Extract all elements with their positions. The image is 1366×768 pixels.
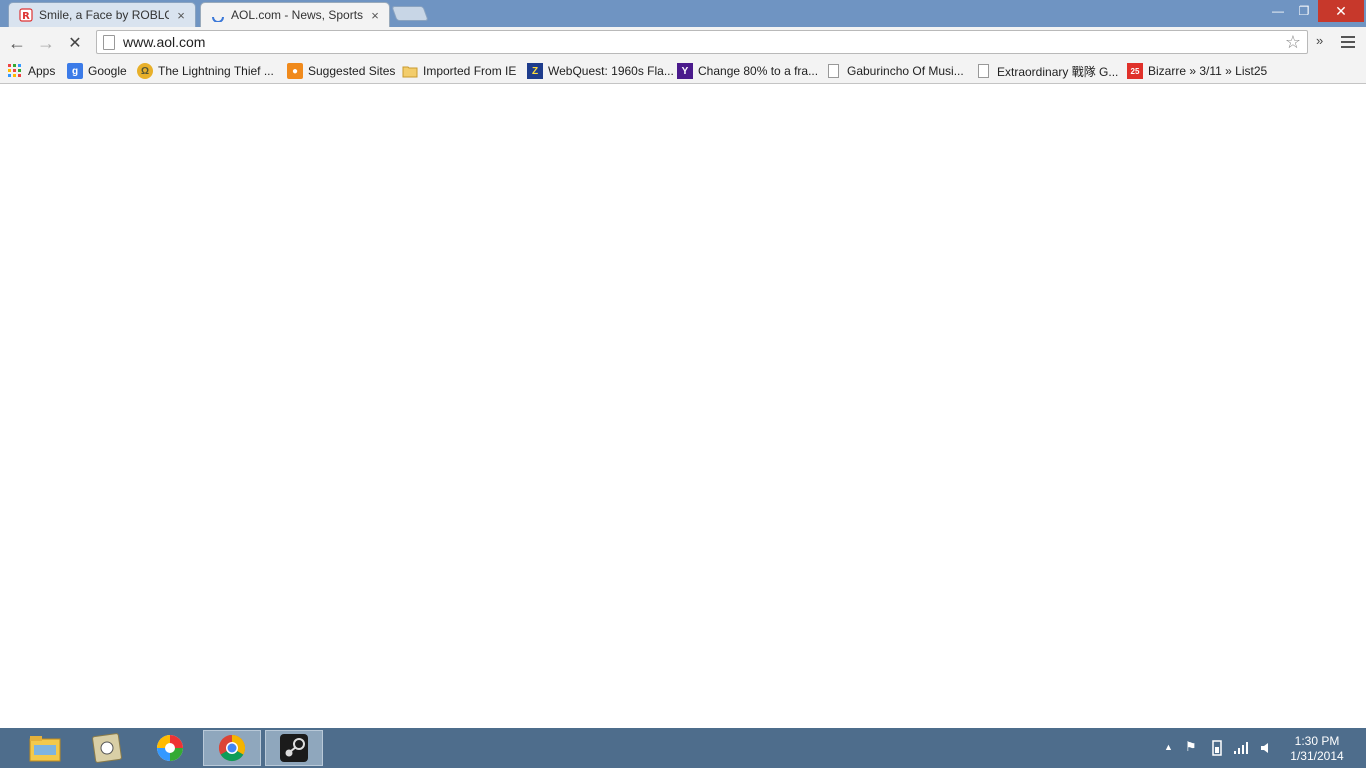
loading-spinner-icon	[212, 16, 224, 22]
taskbar-clock[interactable]: 1:30 PM 1/31/2014	[1282, 734, 1352, 764]
picasa-icon	[157, 735, 183, 761]
taskbar-scratch[interactable]	[78, 730, 136, 766]
restore-button[interactable]: ❐	[1292, 0, 1316, 22]
bookmark-gaburincho[interactable]: Gaburincho Of Musi...	[828, 62, 964, 80]
bookmark-folder-imported-ie[interactable]: Imported From IE	[402, 62, 516, 80]
yahoo-icon: Y	[677, 63, 693, 79]
bookmark-label: Apps	[28, 64, 56, 78]
minimize-button[interactable]: —	[1266, 0, 1290, 22]
back-button[interactable]: ←	[5, 31, 29, 55]
bookmark-extraordinary[interactable]: Extraordinary 戰隊 G...	[978, 62, 1118, 80]
steam-icon	[280, 734, 308, 762]
bookmark-label: Suggested Sites	[308, 64, 396, 78]
page-icon	[978, 64, 989, 78]
page-icon	[103, 34, 115, 50]
bookmark-suggested-sites[interactable]: ● Suggested Sites	[287, 62, 395, 80]
volume-icon[interactable]	[1259, 741, 1273, 755]
bookmark-label: Bizarre » 3/11 » List25	[1148, 64, 1268, 78]
bookmarks-bar: Apps g Google Ω The Lightning Thief ... …	[0, 58, 1366, 84]
taskbar-chrome[interactable]	[203, 730, 261, 766]
clock-date: 1/31/2014	[1290, 749, 1344, 763]
google-icon: g	[67, 63, 83, 79]
roblox-icon: R	[19, 8, 33, 22]
bookmark-label: Extraordinary 戰隊 G...	[997, 64, 1119, 79]
apps-grid-icon	[8, 64, 21, 77]
windows-taskbar: ▲ ⚑ 1:30 PM 1/31/2014	[0, 728, 1366, 768]
page-content	[0, 85, 1366, 728]
chrome-icon	[218, 734, 246, 762]
bookmark-apps[interactable]: Apps	[7, 62, 55, 80]
bookmark-label: WebQuest: 1960s Fla...	[548, 64, 674, 78]
page-icon	[828, 64, 839, 78]
extensions-overflow-button[interactable]: »	[1316, 33, 1323, 48]
show-hidden-icons-button[interactable]: ▲	[1164, 742, 1173, 752]
chrome-menu-icon[interactable]	[1341, 36, 1355, 48]
action-center-flag-icon[interactable]: ⚑	[1185, 739, 1197, 755]
suggested-sites-icon: ●	[287, 63, 303, 79]
webquest-icon: Z	[527, 63, 543, 79]
power-icon[interactable]	[1210, 740, 1224, 756]
browser-toolbar: ← → ✕ www.aol.com ☆ »	[0, 27, 1366, 58]
taskbar-file-explorer[interactable]	[16, 730, 74, 766]
bookmark-label: The Lightning Thief ...	[158, 64, 274, 78]
tab-close-icon[interactable]: ×	[369, 8, 381, 23]
bookmark-label: Change 80% to a fra...	[698, 64, 819, 78]
stop-button[interactable]: ✕	[63, 31, 87, 55]
bookmark-list25[interactable]: 25 Bizarre » 3/11 » List25	[1127, 62, 1267, 80]
bookmark-label: Gaburincho Of Musi...	[847, 64, 964, 78]
new-tab-button[interactable]	[391, 6, 429, 21]
svg-text:R: R	[22, 11, 30, 22]
browser-titlebar: R Smile, a Face by ROBLOX × AOL.com - Ne…	[0, 0, 1366, 27]
tab-title: AOL.com - News, Sports, W	[231, 8, 363, 22]
bookmark-google[interactable]: g Google	[67, 62, 127, 80]
lightning-thief-icon: Ω	[137, 63, 153, 79]
tab-title: Smile, a Face by ROBLOX	[39, 8, 169, 22]
tab-roblox[interactable]: R Smile, a Face by ROBLOX ×	[8, 2, 196, 27]
tab-aol[interactable]: AOL.com - News, Sports, W ×	[200, 2, 390, 27]
taskbar-picasa[interactable]	[141, 730, 199, 766]
taskbar-steam[interactable]	[265, 730, 323, 766]
address-bar[interactable]: www.aol.com ☆	[96, 30, 1308, 54]
file-explorer-icon	[29, 736, 61, 762]
bookmark-yahoo-answers[interactable]: Y Change 80% to a fra...	[677, 62, 818, 80]
forward-button[interactable]: →	[34, 31, 58, 55]
bookmark-star-icon[interactable]: ☆	[1285, 32, 1301, 53]
bookmark-label: Imported From IE	[423, 64, 517, 78]
clock-time: 1:30 PM	[1294, 734, 1340, 748]
network-signal-icon[interactable]	[1233, 741, 1249, 755]
bookmark-label: Google	[88, 64, 127, 78]
bookmark-lightning-thief[interactable]: Ω The Lightning Thief ...	[137, 62, 274, 80]
folder-icon	[402, 66, 418, 78]
close-window-button[interactable]: ✕	[1318, 0, 1364, 22]
bookmark-webquest[interactable]: Z WebQuest: 1960s Fla...	[527, 62, 674, 80]
scratch-icon	[92, 733, 122, 763]
list25-icon: 25	[1127, 63, 1143, 79]
tab-close-icon[interactable]: ×	[175, 8, 187, 23]
url-text[interactable]: www.aol.com	[123, 34, 205, 50]
